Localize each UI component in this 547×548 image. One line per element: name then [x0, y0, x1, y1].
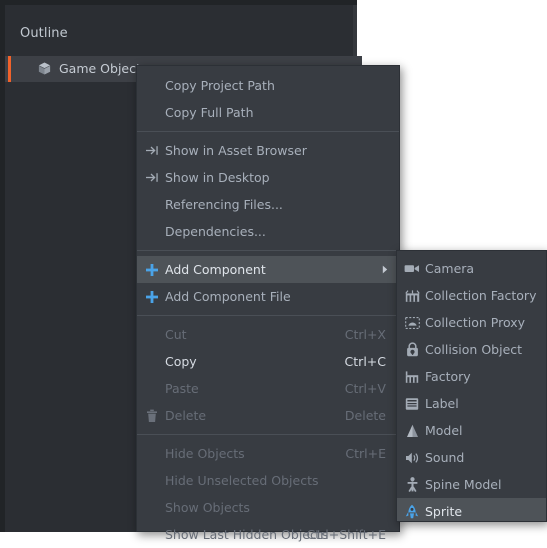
sprite-icon — [402, 498, 422, 521]
submenu-item-collision-object[interactable]: Collision Object — [397, 336, 546, 363]
collection-factory-icon — [402, 282, 422, 309]
submenu-item-camera[interactable]: Camera — [397, 255, 546, 282]
menu-item-label: Hide Unselected Objects — [165, 473, 319, 488]
context-menu: Copy Project Path Copy Full Path Show in A… — [136, 65, 400, 542]
model-icon — [402, 417, 422, 444]
page-title: Outline — [20, 26, 68, 41]
menu-item-copy-project-path[interactable]: Copy Project Path — [137, 72, 399, 99]
submenu-item-label: Camera — [425, 261, 475, 276]
menu-item-label: Add Component — [165, 262, 266, 277]
submenu-item-collection-factory[interactable]: Collection Factory — [397, 282, 546, 309]
submenu-item-factory[interactable]: Factory — [397, 363, 546, 390]
menu-item-label: Referencing Files... — [165, 197, 283, 212]
menu-item-label: Copy — [165, 354, 197, 369]
spine-model-icon — [402, 471, 422, 498]
collision-object-icon — [402, 336, 422, 363]
menu-item-referencing-files[interactable]: Referencing Files... — [137, 191, 399, 218]
menu-item-delete: Delete Delete — [137, 402, 399, 429]
submenu-item-label: Sprite — [425, 504, 463, 519]
outline-panel-header: Outline — [5, 5, 357, 51]
cube-icon — [37, 61, 52, 76]
menu-item-shortcut: Ctrl+E — [345, 446, 386, 461]
factory-icon — [402, 363, 422, 390]
label-icon — [402, 390, 422, 417]
collection-proxy-icon — [402, 309, 422, 336]
submenu-item-label: Collection Factory — [425, 288, 537, 303]
plus-icon — [142, 256, 162, 283]
selection-accent-bar — [8, 56, 11, 82]
menu-separator — [137, 434, 399, 435]
menu-item-show-objects: Show Objects — [137, 494, 399, 521]
submenu-item-label: Factory — [425, 369, 471, 384]
submenu-item-spine-model[interactable]: Spine Model — [397, 471, 546, 498]
menu-item-add-component-file[interactable]: Add Component File — [137, 283, 399, 310]
menu-item-label: Add Component File — [165, 289, 291, 304]
menu-separator — [137, 250, 399, 251]
menu-item-dependencies[interactable]: Dependencies... — [137, 218, 399, 245]
show-in-icon — [142, 164, 162, 191]
tree-item-label: Game Object — [59, 61, 141, 76]
camera-icon — [402, 255, 422, 282]
menu-item-shortcut: Ctrl+X — [344, 327, 386, 342]
submenu-item-label: Model — [425, 423, 463, 438]
menu-item-label: Show Last Hidden Objects — [165, 527, 329, 542]
menu-item-show-in-desktop[interactable]: Show in Desktop — [137, 164, 399, 191]
menu-separator — [137, 131, 399, 132]
menu-item-label: Copy Project Path — [165, 78, 275, 93]
menu-item-add-component[interactable]: Add Component — [137, 256, 399, 283]
submenu-item-sound[interactable]: Sound — [397, 444, 546, 471]
menu-item-paste: Paste Ctrl+V — [137, 375, 399, 402]
submenu-item-sprite[interactable]: Sprite — [397, 498, 546, 521]
menu-item-hide-objects: Hide Objects Ctrl+E — [137, 440, 399, 467]
menu-item-label: Delete — [165, 408, 207, 423]
submenu-item-collection-proxy[interactable]: Collection Proxy — [397, 309, 546, 336]
menu-item-shortcut: Ctrl+C — [344, 354, 386, 369]
menu-item-show-last-hidden-objects: Show Last Hidden Objects Ctrl+Shift+E — [137, 521, 399, 548]
menu-item-label: Copy Full Path — [165, 105, 254, 120]
submenu-item-label: Label — [425, 396, 459, 411]
menu-item-shortcut: Ctrl+Shift+E — [306, 527, 387, 542]
submenu-item-label[interactable]: Label — [397, 390, 546, 417]
menu-item-hide-unselected-objects: Hide Unselected Objects — [137, 467, 399, 494]
show-in-icon — [142, 137, 162, 164]
menu-item-label: Show Objects — [165, 500, 250, 515]
submenu-item-label: Collision Object — [425, 342, 523, 357]
menu-item-label: Show in Asset Browser — [165, 143, 307, 158]
menu-item-cut: Cut Ctrl+X — [137, 321, 399, 348]
menu-item-label: Dependencies... — [165, 224, 266, 239]
menu-item-copy-full-path[interactable]: Copy Full Path — [137, 99, 399, 126]
menu-item-show-in-asset-browser[interactable]: Show in Asset Browser — [137, 137, 399, 164]
chevron-right-icon — [382, 256, 388, 283]
add-component-submenu: Camera Collection Factory Collection Proxy… — [396, 250, 547, 522]
menu-item-label: Cut — [165, 327, 187, 342]
submenu-item-model[interactable]: Model — [397, 417, 546, 444]
sound-icon — [402, 444, 422, 471]
submenu-item-label: Collection Proxy — [425, 315, 526, 330]
menu-item-shortcut: Delete — [344, 408, 386, 423]
trash-icon — [142, 402, 162, 429]
menu-item-label: Hide Objects — [165, 446, 245, 461]
submenu-item-label: Sound — [425, 450, 465, 465]
plus-icon — [142, 283, 162, 310]
menu-item-label: Show in Desktop — [165, 170, 270, 185]
menu-separator — [137, 315, 399, 316]
menu-item-shortcut: Ctrl+V — [344, 381, 386, 396]
submenu-item-label: Spine Model — [425, 477, 502, 492]
menu-item-label: Paste — [165, 381, 199, 396]
menu-item-copy[interactable]: Copy Ctrl+C — [137, 348, 399, 375]
